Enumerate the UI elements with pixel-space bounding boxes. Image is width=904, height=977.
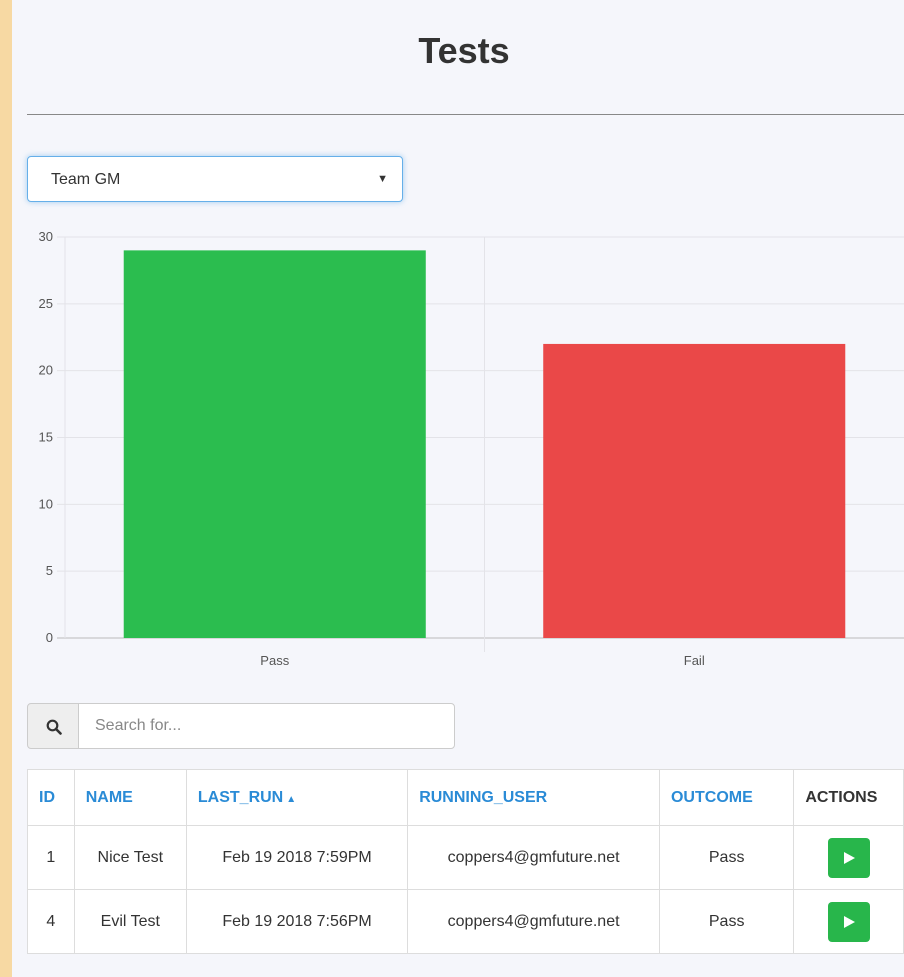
table-row: 1 Nice Test Feb 19 2018 7:59PM coppers4@…	[27, 825, 904, 890]
col-header-name[interactable]: NAME	[73, 769, 187, 826]
search-icon	[46, 719, 62, 735]
y-tick-label: 30	[39, 229, 53, 244]
search-input[interactable]	[78, 703, 455, 749]
run-test-button[interactable]	[827, 837, 870, 878]
cell-running-user: coppers4@gmfuture.net	[407, 889, 660, 954]
team-select-value: Team GM	[51, 171, 121, 188]
caret-down-icon: ▼	[377, 173, 388, 185]
y-tick-label: 5	[46, 563, 53, 578]
x-tick-label: Pass	[260, 653, 289, 668]
col-header-outcome[interactable]: OUTCOME	[658, 769, 795, 826]
cell-id: 4	[27, 889, 75, 954]
tests-table: ID NAME LAST_RUN ▲ RUNNING_USER OUTCOME A…	[27, 769, 904, 954]
run-test-button[interactable]	[827, 901, 870, 942]
page-title: Tests	[418, 30, 510, 71]
cell-name: Evil Test	[73, 889, 187, 954]
y-tick-label: 25	[39, 296, 53, 311]
team-select[interactable]: Team GM ▼	[27, 156, 403, 202]
search-button[interactable]	[27, 703, 79, 749]
col-header-id[interactable]: ID	[27, 769, 75, 826]
cell-last-run: Feb 19 2018 7:56PM	[185, 889, 409, 954]
bar-fail	[543, 343, 846, 638]
cell-id: 1	[27, 825, 75, 890]
play-icon	[843, 915, 855, 928]
col-header-running-user[interactable]: RUNNING_USER	[407, 769, 660, 826]
col-header-actions: ACTIONS	[793, 769, 904, 826]
play-icon	[843, 851, 855, 864]
cell-actions	[793, 889, 904, 954]
x-tick-label: Fail	[684, 653, 705, 668]
search-group	[27, 703, 455, 749]
title-divider	[27, 114, 904, 115]
y-tick-label: 0	[46, 630, 53, 645]
y-tick-label: 15	[39, 430, 53, 445]
cell-outcome: Pass	[658, 889, 795, 954]
cell-outcome: Pass	[658, 825, 795, 890]
table-row: 4 Evil Test Feb 19 2018 7:56PM coppers4@…	[27, 889, 904, 954]
bar-pass	[123, 250, 426, 638]
y-tick-label: 20	[39, 363, 53, 378]
sort-asc-icon: ▲	[286, 793, 297, 805]
outcome-bar-chart: 0 5 10 15 20 25 30 Pass Fail	[39, 229, 904, 668]
y-tick-label: 10	[39, 496, 53, 511]
col-header-last-run[interactable]: LAST_RUN ▲	[185, 769, 409, 826]
cell-actions	[793, 825, 904, 890]
cell-running-user: coppers4@gmfuture.net	[407, 825, 660, 890]
cell-name: Nice Test	[73, 825, 187, 890]
cell-last-run: Feb 19 2018 7:59PM	[185, 825, 409, 890]
